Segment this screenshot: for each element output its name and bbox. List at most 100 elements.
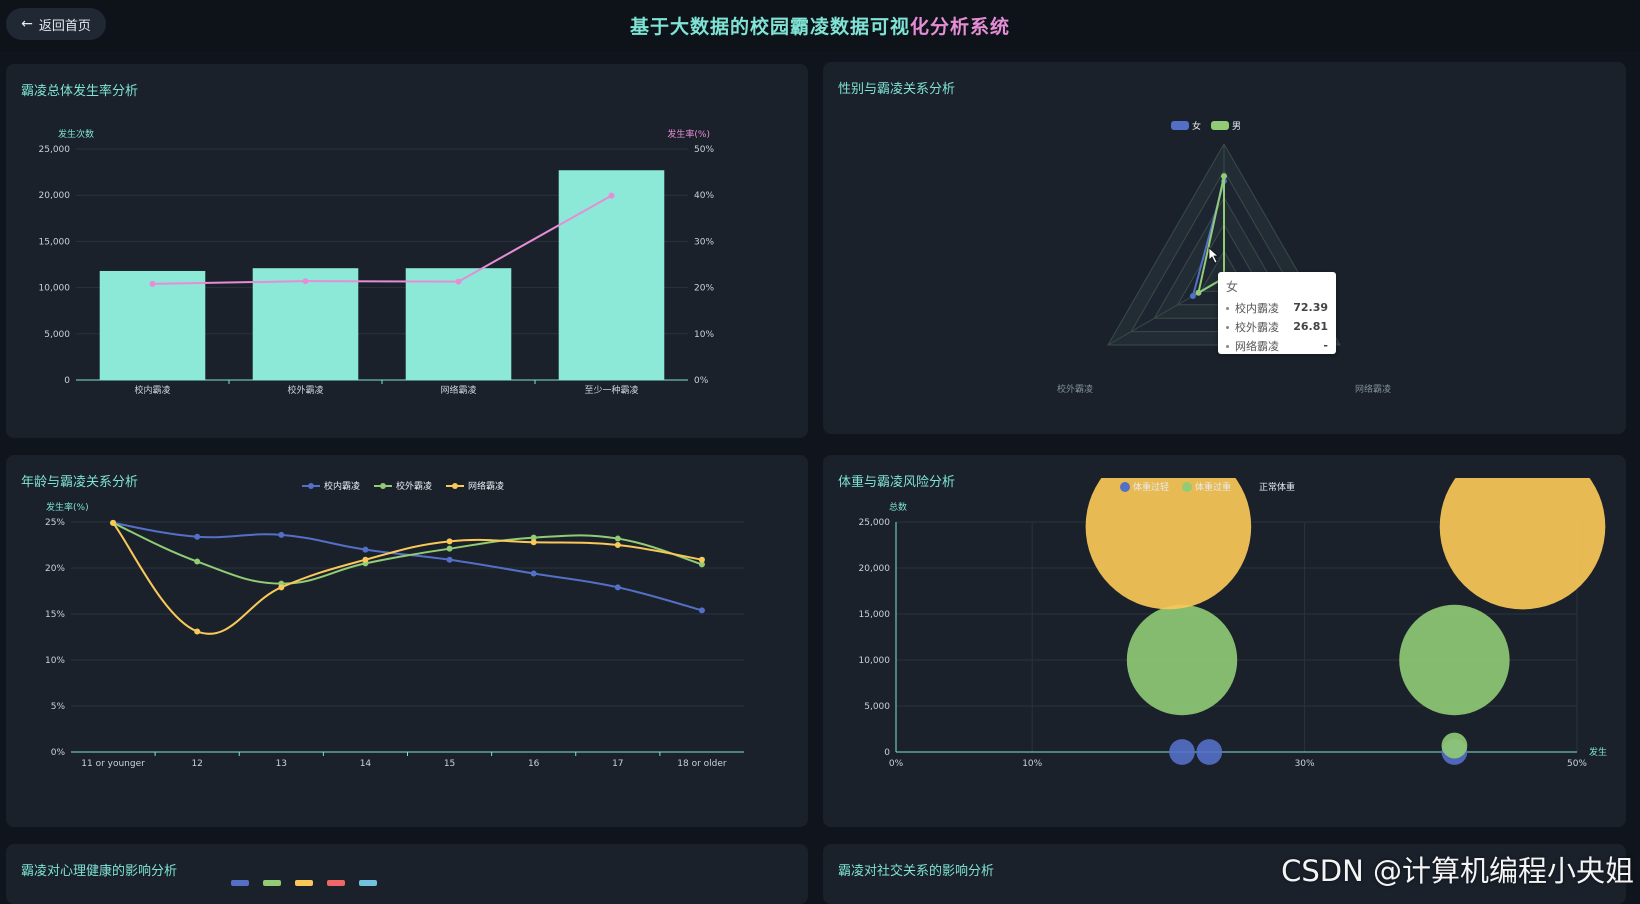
x-axis-label: 发生: [1589, 746, 1607, 758]
legend-marker: [452, 483, 458, 489]
y-tick-label: 15,000: [39, 237, 71, 247]
y-tick-label: 20,000: [39, 191, 71, 201]
legend-swatch: [1171, 121, 1189, 130]
x-tick-label: 14: [360, 759, 372, 769]
bubble[interactable]: [1126, 604, 1238, 716]
legend-label: 网络霸凌: [468, 480, 504, 492]
bullet-icon: [1226, 307, 1229, 310]
panel-title: 年龄与霸凌关系分析: [21, 475, 139, 490]
series-line: [112, 522, 703, 635]
bubble[interactable]: [1085, 455, 1252, 610]
bar: [558, 170, 665, 380]
series-point: [278, 584, 285, 591]
y2-tick-label: 10%: [694, 330, 714, 340]
x-tick-label: 16: [528, 759, 540, 769]
radar-tooltip: 女 校内霸凌 72.39 校外霸凌 26.81 网络霸凌 -: [1218, 272, 1336, 354]
legend-label: 校外霸凌: [396, 480, 432, 492]
age-line-chart[interactable]: 校内霸凌 校外霸凌 网络霸凌发生率(%) 0% 5% 10% 15% 20% 25% 11 or …: [6, 455, 808, 827]
series-point: [614, 535, 621, 542]
radar-point: [1189, 292, 1196, 299]
panel-weight: 体重与霸凌风险分析 总数 0 5,000 10,000 15,000 20,000 25,0…: [823, 455, 1626, 827]
tooltip-row: 校内霸凌 72.39: [1226, 298, 1328, 317]
tooltip-label: 校外霸凌: [1235, 320, 1279, 334]
y-tick-label: 0%: [51, 748, 66, 758]
legend-label: 男: [1232, 121, 1241, 132]
y-tick-label: 10%: [45, 656, 65, 666]
y-tick-label: 0: [884, 748, 890, 758]
series-point: [194, 533, 201, 540]
y2-tick-label: 0%: [694, 376, 709, 386]
y2-tick-label: 20%: [694, 284, 714, 294]
legend-swatch[interactable]: [263, 880, 281, 886]
x-tick-label: 0%: [889, 759, 904, 769]
panel-title: 霸凌对社交关系的影响分析: [838, 864, 995, 879]
bubble-layer: [1085, 455, 1606, 765]
x-tick-label: 11 or younger: [81, 759, 145, 769]
bubble[interactable]: [1399, 604, 1510, 716]
series-point: [530, 539, 537, 546]
y-axis-label: 发生次数: [58, 128, 94, 140]
tooltip-row: 校外霸凌 26.81: [1226, 317, 1328, 336]
y-tick-label: 5,000: [864, 702, 890, 712]
radar-indicator-label: 网络霸凌: [1355, 383, 1391, 395]
radar-point: [1195, 289, 1202, 296]
tooltip-title: 女: [1226, 280, 1239, 294]
series-point: [530, 570, 537, 577]
overall-rate-chart[interactable]: 发生次数 发生率(%) 0 0% 5,000 10% 10,000 20% 15,000 30% 2…: [6, 64, 808, 438]
series-point: [614, 584, 621, 591]
legend-label: 校内霸凌: [324, 480, 360, 492]
series-point: [698, 607, 705, 614]
legend-swatch[interactable]: [295, 880, 313, 886]
gender-radar-chart[interactable]: 女男校外霸凌 网络霸凌: [823, 62, 1626, 434]
bubble[interactable]: [1169, 739, 1195, 765]
x-tick-label: 校外霸凌: [287, 384, 323, 396]
rate-point: [608, 192, 615, 199]
x-tick-label: 网络霸凌: [440, 384, 476, 396]
y2-tick-label: 50%: [694, 145, 714, 155]
x-tick-label: 12: [191, 759, 202, 769]
y2-axis-label: 发生率(%): [667, 128, 710, 140]
series-point: [194, 558, 201, 565]
y-tick-label: 5,000: [44, 330, 70, 340]
y2-tick-label: 40%: [694, 191, 714, 201]
series-point: [362, 546, 369, 553]
x-tick-label: 10%: [1022, 759, 1042, 769]
panel-mental-health: 霸凌对心理健康的影响分析: [6, 844, 808, 904]
legend-label: 体重过轻: [1133, 481, 1169, 493]
radar-indicator-label: 校外霸凌: [1057, 383, 1093, 395]
y-tick-label: 15,000: [859, 610, 891, 620]
bullet-icon: [1226, 345, 1229, 348]
panel-title: 霸凌总体发生率分析: [21, 84, 139, 99]
legend-swatch[interactable]: [359, 880, 377, 886]
legend-swatch[interactable]: [327, 880, 345, 886]
bar: [99, 270, 206, 380]
series-line: [112, 522, 703, 585]
legend-marker: [1120, 482, 1130, 492]
y-tick-label: 15%: [45, 610, 65, 620]
legend-strip: [231, 880, 377, 886]
bubble[interactable]: [1439, 455, 1606, 610]
legend-label: 正常体重: [1259, 481, 1295, 493]
x-tick-label: 30%: [1295, 759, 1315, 769]
tooltip-value: 26.81: [1293, 320, 1328, 333]
legend-label: 体重过重: [1195, 481, 1231, 493]
y-tick-label: 25%: [45, 518, 65, 528]
series-point: [698, 556, 705, 563]
y-axis-label: 总数: [889, 501, 907, 513]
tooltip-value: 72.39: [1293, 301, 1328, 314]
weight-bubble-chart[interactable]: 总数 0 5,000 10,000 15,000 20,000 25,000 0% 10% 30%…: [823, 455, 1626, 827]
tooltip-label: 校内霸凌: [1235, 301, 1279, 315]
bubble[interactable]: [1196, 739, 1223, 765]
tooltip-label: 网络霸凌: [1235, 339, 1279, 353]
legend-marker: [308, 483, 314, 489]
legend-label: 女: [1192, 120, 1201, 132]
page-title: 基于大数据的校园霸凌数据可视化分析系统: [0, 12, 1640, 39]
legend-swatch[interactable]: [231, 880, 249, 886]
series-line: [112, 521, 703, 612]
legend-swatch: [1211, 121, 1229, 130]
panel-age: 年龄与霸凌关系分析 校内霸凌 校外霸凌 网络霸凌 发生率(%) 0% 5% 10% 15% 20…: [6, 455, 808, 827]
rate-point: [149, 280, 156, 287]
y-tick-label: 5%: [51, 702, 66, 712]
series-point: [614, 542, 621, 548]
bubble[interactable]: [1441, 732, 1468, 759]
